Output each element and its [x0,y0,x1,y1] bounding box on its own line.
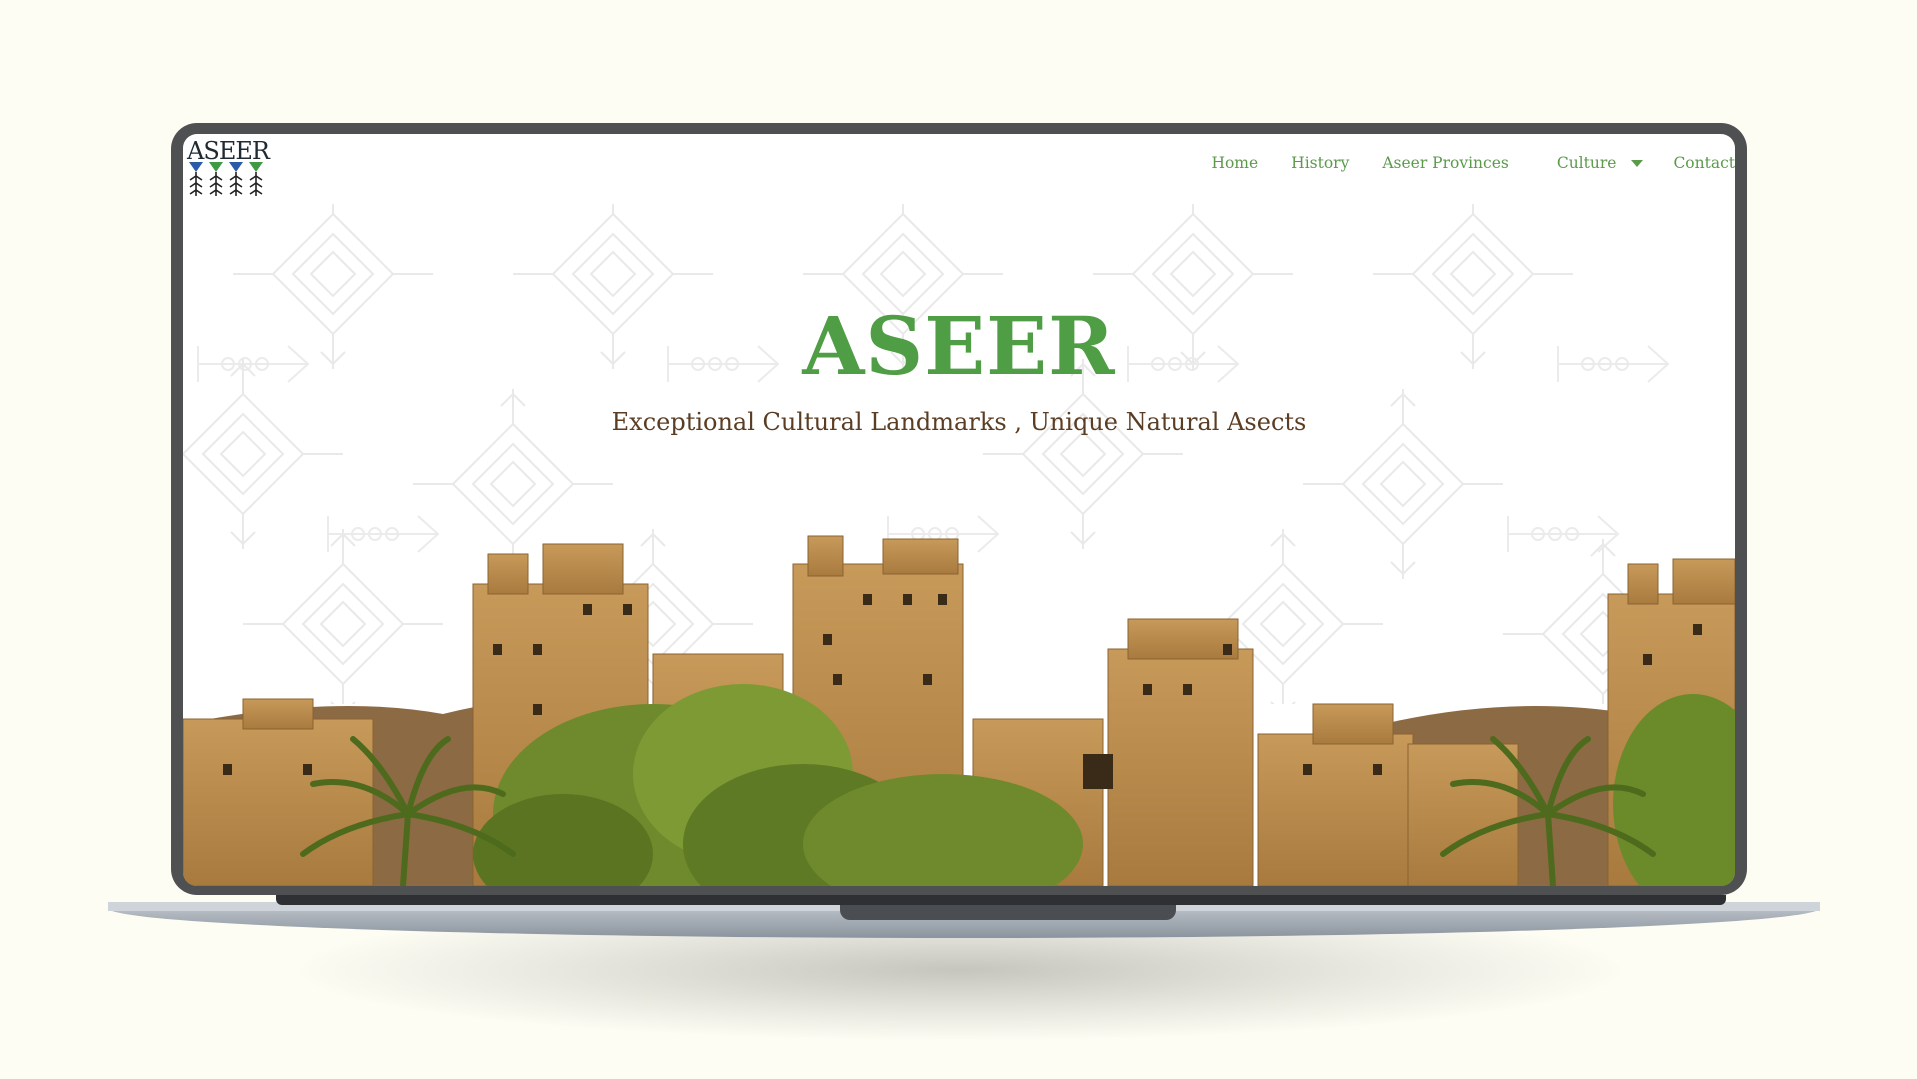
chevron-down-icon [1631,159,1644,167]
top-navigation: ASEER Home History Aseer Provinces Cultu… [183,134,1735,204]
nav-culture[interactable]: Culture [1557,154,1644,172]
nav-home[interactable]: Home [1211,154,1258,172]
laptop-hinge [276,895,1726,905]
hero-subtitle: Exceptional Cultural Landmarks , Unique … [611,408,1307,436]
logo-emblem-icon [189,162,263,196]
nav-contact[interactable]: Contact [1673,154,1735,172]
nav-history[interactable]: History [1291,154,1349,172]
nav-culture-label: Culture [1556,154,1617,172]
main-menu: Home History Aseer Provinces Culture Con… [1211,154,1735,172]
website-screen: ASEER Home History Aseer Provinces Cultu… [183,134,1735,886]
hero-landscape-image [183,535,1735,886]
hero-title: ASEER [802,299,1116,393]
nav-aseer-provinces[interactable]: Aseer Provinces [1382,154,1509,172]
site-logo[interactable]: ASEER [185,138,271,202]
